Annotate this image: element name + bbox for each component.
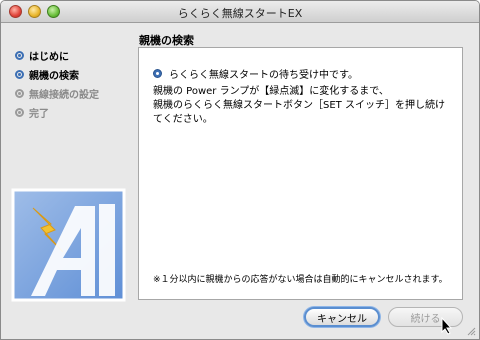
step-bullet-icon [15,108,24,117]
step-label: 親機の検索 [29,71,79,82]
step-item-wireless-setup: 無線接続の設定 [15,84,125,103]
timeout-note: ※１分以内に親機からの応答がない場合は自動的にキャンセルされます。 [153,275,448,285]
dialog-window: らくらく無線スタートEX はじめに 親機の検索 無線接続の設定 完了 親機の検索… [0,0,480,340]
step-label: 完了 [29,109,49,120]
section-title: 親機の検索 [139,34,194,47]
instruction-line: 親機の Power ランプが【緑点滅】に変化するまで、 [153,86,389,97]
window-title: らくらく無線スタートEX [177,7,303,20]
step-label: 無線接続の設定 [29,90,99,101]
step-bullet-icon [15,51,24,60]
aoss-logo [11,188,126,302]
instruction-line: てください。 [153,114,213,125]
panel-heading-text: らくらく無線スタートの待ち受け中です。 [169,70,358,81]
cancel-button[interactable]: キャンセル [304,307,380,327]
step-item-search: 親機の検索 [15,65,125,84]
panel-instructions: 親機の Power ランプが【緑点滅】に変化するまで、 親機のらくらく無線スター… [153,85,453,127]
step-item-intro: はじめに [15,46,125,65]
step-list: はじめに 親機の検索 無線接続の設定 完了 [15,46,125,122]
content-panel: らくらく無線スタートの待ち受け中です。 親機の Power ランプが【緑点滅】に… [138,47,463,300]
mouse-pointer-icon [441,317,453,335]
resize-grip-icon[interactable] [466,326,476,336]
instruction-line: 親機のらくらく無線スタートボタン［SET スイッチ］を押し続け [153,100,445,111]
step-bullet-icon [15,70,24,79]
step-bullet-icon [15,89,24,98]
step-item-complete: 完了 [15,103,125,122]
step-label: はじめに [29,52,69,63]
title-bar[interactable]: らくらく無線スタートEX [1,1,479,23]
info-bullet-icon [153,69,162,78]
panel-heading: らくらく無線スタートの待ち受け中です。 [153,66,358,81]
